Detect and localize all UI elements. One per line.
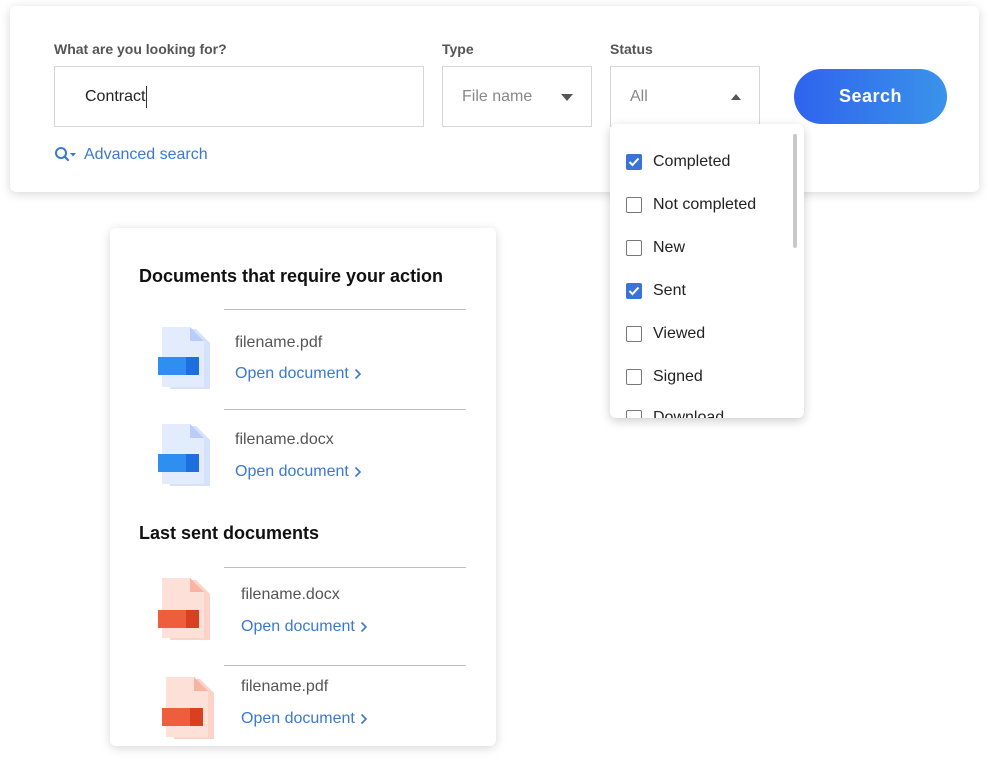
search-panel: What are you looking for? Type Status Co… bbox=[10, 6, 979, 192]
type-select[interactable]: File name bbox=[442, 66, 592, 127]
text-caret bbox=[146, 85, 148, 108]
status-option-label: Completed bbox=[653, 153, 731, 170]
search-dropdown-icon bbox=[55, 147, 76, 162]
status-option-label: Sent bbox=[653, 282, 686, 299]
checkbox-unchecked-icon[interactable] bbox=[626, 369, 642, 385]
file-name: filename.docx bbox=[235, 431, 334, 448]
open-document-label: Open document bbox=[241, 618, 355, 635]
checkbox-unchecked-icon[interactable] bbox=[626, 326, 642, 342]
checkbox-checked-icon[interactable] bbox=[626, 154, 642, 170]
open-document-link[interactable]: Open document bbox=[235, 365, 362, 383]
status-option-label: New bbox=[653, 239, 686, 256]
search-input-value: Contract bbox=[85, 87, 146, 105]
status-option-label: Viewed bbox=[653, 325, 706, 342]
action-docs-title: Documents that require your action bbox=[139, 266, 444, 286]
caret-up-icon bbox=[731, 94, 741, 100]
divider bbox=[224, 309, 466, 310]
status-option-not-completed[interactable]: Not completed bbox=[626, 195, 756, 215]
sent-docs-title: Last sent documents bbox=[139, 523, 320, 543]
open-document-label: Open document bbox=[235, 463, 349, 480]
type-label: Type bbox=[442, 41, 474, 57]
open-document-label: Open document bbox=[241, 710, 355, 727]
status-option-download[interactable]: Download bbox=[626, 408, 724, 418]
status-select-value: All bbox=[630, 87, 648, 105]
checkbox-unchecked-icon[interactable] bbox=[626, 197, 642, 213]
open-document-link[interactable]: Open document bbox=[241, 618, 368, 636]
status-dropdown: Completed Not completed New Sent Viewed … bbox=[610, 124, 804, 418]
checkbox-unchecked-icon[interactable] bbox=[626, 240, 642, 256]
file-red-icon bbox=[162, 677, 214, 739]
open-document-label: Open document bbox=[235, 365, 349, 382]
status-select[interactable]: All bbox=[610, 66, 760, 127]
checkbox-unchecked-icon[interactable] bbox=[626, 410, 642, 418]
divider bbox=[224, 409, 466, 410]
open-document-link[interactable]: Open document bbox=[241, 710, 368, 728]
open-document-link[interactable]: Open document bbox=[235, 463, 362, 481]
file-blue-icon bbox=[158, 327, 210, 389]
status-option-label: Not completed bbox=[653, 196, 757, 213]
file-blue-icon bbox=[158, 424, 210, 486]
type-select-value: File name bbox=[462, 87, 533, 105]
status-label: Status bbox=[610, 41, 653, 57]
chevron-right-icon bbox=[360, 621, 367, 633]
checkbox-checked-icon[interactable] bbox=[626, 283, 642, 299]
documents-card: Documents that require your action filen… bbox=[110, 228, 496, 746]
status-option-signed[interactable]: Signed bbox=[626, 367, 703, 387]
caret-down-icon bbox=[561, 94, 573, 101]
chevron-right-icon bbox=[354, 368, 361, 380]
search-button[interactable]: Search bbox=[794, 69, 947, 124]
status-option-viewed[interactable]: Viewed bbox=[626, 324, 705, 344]
status-option-sent[interactable]: Sent bbox=[626, 281, 686, 301]
status-option-new[interactable]: New bbox=[626, 238, 685, 258]
file-red-icon bbox=[158, 578, 210, 640]
chevron-right-icon bbox=[354, 466, 361, 478]
search-input[interactable]: Contract bbox=[54, 66, 424, 127]
status-option-completed[interactable]: Completed bbox=[626, 152, 730, 172]
advanced-search-label: Advanced search bbox=[84, 146, 208, 163]
file-name: filename.docx bbox=[241, 586, 340, 603]
status-option-label: Download bbox=[653, 409, 725, 418]
advanced-search-link[interactable]: Advanced search bbox=[54, 146, 208, 164]
chevron-right-icon bbox=[360, 713, 367, 725]
file-name: filename.pdf bbox=[241, 678, 329, 695]
query-label: What are you looking for? bbox=[54, 41, 227, 57]
divider bbox=[224, 567, 466, 568]
status-option-label: Signed bbox=[653, 368, 703, 385]
divider bbox=[224, 665, 466, 666]
dropdown-scrollbar[interactable] bbox=[793, 134, 797, 248]
file-name: filename.pdf bbox=[235, 334, 323, 351]
